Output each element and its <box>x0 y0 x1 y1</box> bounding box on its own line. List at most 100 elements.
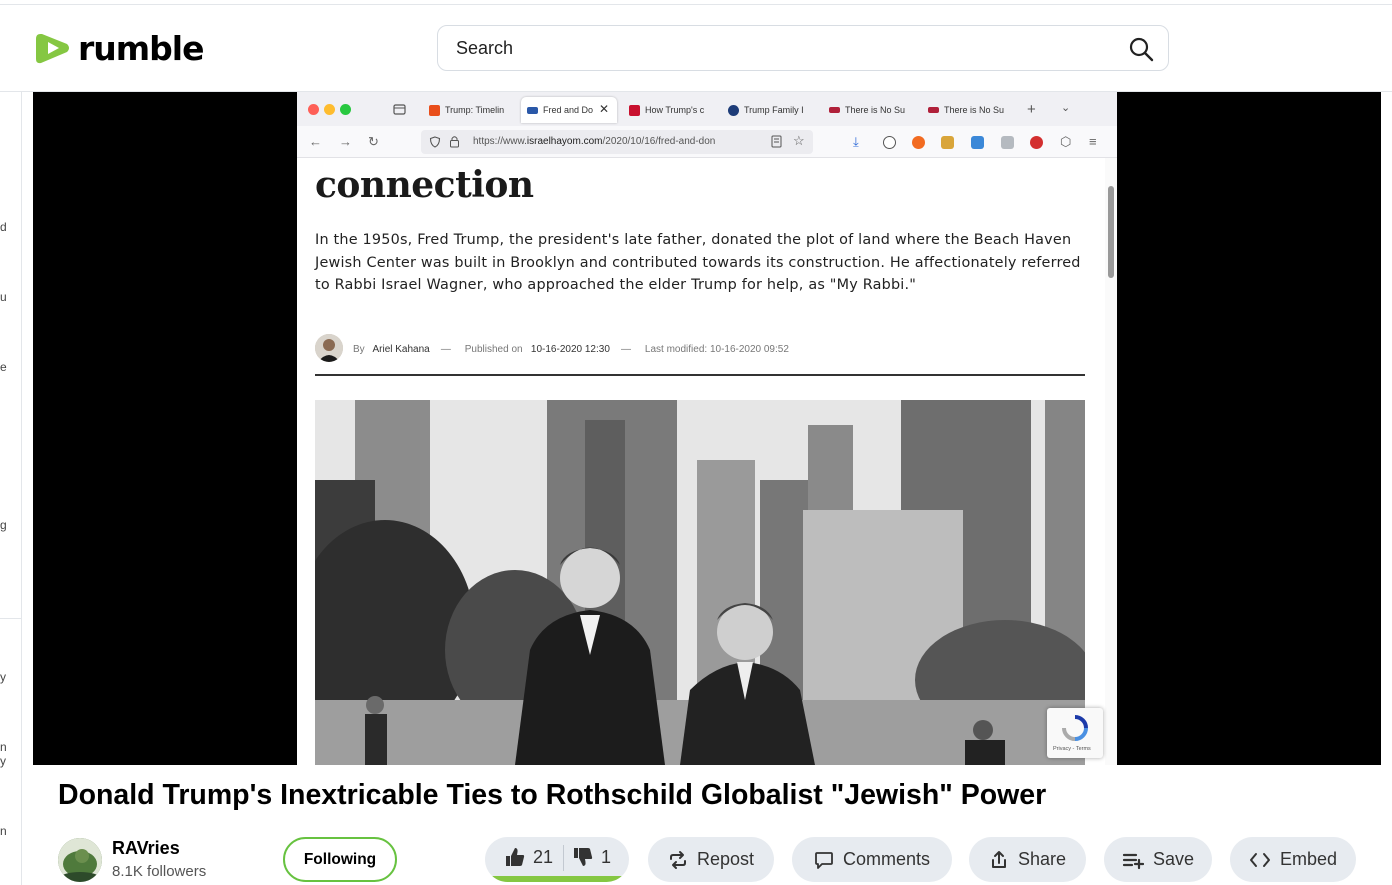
video-frame-browser-capture: Trump: Timelin Fred and Do ✕ How Trump's… <box>297 92 1117 765</box>
comments-button[interactable]: Comments <box>792 837 952 882</box>
extension-icon <box>971 136 984 149</box>
tab-favicon-icon <box>429 105 440 116</box>
following-button[interactable]: Following <box>283 837 397 882</box>
minimize-dot-icon <box>324 104 335 115</box>
like-button[interactable]: 21 <box>505 837 553 877</box>
extension-icon <box>1001 136 1014 149</box>
tab-label: How Trump's c <box>645 105 705 115</box>
sidebar-fragment[interactable]: y <box>0 670 6 684</box>
extensions-puzzle-icon: ⬡ <box>1060 134 1072 149</box>
thumbs-down-icon <box>574 848 593 866</box>
captured-scrollbar <box>1105 158 1117 765</box>
tab-label: Trump: Timelin <box>445 105 505 115</box>
tab-list-chevron-icon: ⌄ <box>1061 102 1071 114</box>
sidebar-fragment[interactable]: d <box>0 220 7 234</box>
sidebar-fragment[interactable]: g <box>0 518 7 532</box>
downloads-icon: ⤓ <box>853 134 859 149</box>
sidebar-fragment[interactable]: n <box>0 824 7 838</box>
tab-favicon-icon <box>728 105 739 116</box>
video-title: Donald Trump's Inextricable Ties to Roth… <box>58 779 1047 811</box>
search-input[interactable] <box>456 26 1096 70</box>
tracking-shield-icon <box>429 136 441 148</box>
vote-separator <box>563 845 564 871</box>
tab-label: Trump Family I <box>744 105 804 115</box>
share-button[interactable]: Share <box>969 837 1086 882</box>
extension-icon <box>941 136 954 149</box>
flag-favicon-icon <box>527 107 538 114</box>
close-dot-icon <box>308 104 319 115</box>
maximize-dot-icon <box>340 104 351 115</box>
captured-tab: There is No Su <box>823 97 915 123</box>
recaptcha-badge: Privacy - Terms <box>1047 708 1103 758</box>
published-label: Published on <box>464 344 523 355</box>
comments-label: Comments <box>842 849 931 869</box>
rumble-logo[interactable]: rumble <box>32 27 204 69</box>
menu-icon: ≡ <box>1089 134 1097 149</box>
url-path: /2020/10/16/fred-and-don <box>602 136 716 147</box>
share-upload-icon <box>991 850 1006 868</box>
repost-label: Repost <box>696 849 755 869</box>
author-avatar <box>315 334 343 362</box>
recaptcha-links: Privacy - Terms <box>1053 746 1091 752</box>
captured-tab: Trump: Timelin <box>423 97 515 123</box>
reload-icon: ↻ <box>368 134 379 149</box>
sidebar-fragment[interactable]: y <box>0 754 6 768</box>
channel-avatar[interactable] <box>58 838 102 882</box>
extension-icon <box>912 136 925 149</box>
url-prefix: https://www. <box>473 136 527 147</box>
tab-label: Fred and Do <box>543 105 594 115</box>
save-label: Save <box>1152 849 1195 869</box>
channel-name[interactable]: RAVries <box>112 838 180 859</box>
search-box <box>437 25 1169 71</box>
captured-tab: There is No Su <box>922 97 1014 123</box>
repost-icon <box>669 850 686 869</box>
app-root: rumble d u e g y n y n <box>0 0 1392 885</box>
article-headline: connection <box>315 164 534 206</box>
extension-icon <box>1030 136 1043 149</box>
tab-favicon-icon <box>928 107 939 113</box>
account-icon <box>883 136 896 149</box>
recaptcha-icon <box>1062 715 1088 741</box>
tab-favicon-icon <box>829 107 840 113</box>
article-divider <box>315 374 1085 376</box>
comment-bubble-icon <box>815 851 833 869</box>
captured-tab: Trump Family I <box>722 97 814 123</box>
captured-nav-toolbar: ← → ↻ https://www.israelhayom.com/2020/1… <box>297 126 1117 158</box>
author-name: Ariel Kahana <box>372 344 430 355</box>
forward-arrow-icon: → <box>339 134 352 149</box>
vote-control: 21 1 <box>485 837 629 882</box>
captured-tab-bar: Trump: Timelin Fred and Do ✕ How Trump's… <box>297 92 1117 126</box>
sidebar-fragment[interactable]: u <box>0 290 7 304</box>
channel-followers: 8.1K followers <box>112 863 207 880</box>
published-date: 10-16-2020 12:30 <box>530 344 610 355</box>
article-paragraph: In the 1950s, Fred Trump, the president'… <box>315 232 1081 294</box>
site-header: rumble <box>0 4 1392 92</box>
embed-button[interactable]: Embed <box>1230 837 1356 882</box>
article-byline: By Ariel Kahana — Published on 10-16-202… <box>315 334 1085 364</box>
tab-label: There is No Su <box>944 105 1005 115</box>
tab-overview-icon <box>393 104 406 115</box>
save-button[interactable]: Save <box>1104 837 1212 882</box>
search-icon[interactable] <box>1128 36 1154 62</box>
reader-mode-icon <box>771 135 782 148</box>
thumbs-up-icon <box>506 848 525 866</box>
dislike-button[interactable]: 1 <box>573 837 611 877</box>
rumble-play-icon <box>36 34 69 64</box>
sidebar-fragment[interactable]: e <box>0 360 7 374</box>
url-domain: israelhayom.com <box>526 136 603 147</box>
captured-url-bar: https://www.israelhayom.com/2020/10/16/f… <box>421 130 813 154</box>
left-sidebar: d u e g y n y n <box>0 92 22 885</box>
share-label: Share <box>1017 849 1067 869</box>
video-player[interactable]: Trump: Timelin Fred and Do ✕ How Trump's… <box>33 92 1381 765</box>
embed-code-icon <box>1249 852 1270 867</box>
tab-favicon-icon <box>629 105 640 116</box>
captured-article-page: connection In the 1950s, Fred Trump, the… <box>297 158 1105 765</box>
repost-button[interactable]: Repost <box>648 837 774 882</box>
brand-name: rumble <box>78 28 204 68</box>
captured-scroll-thumb <box>1108 186 1114 278</box>
tab-close-icon: ✕ <box>599 102 610 116</box>
article-photo <box>315 400 1085 765</box>
like-count: 21 <box>533 846 554 867</box>
lock-icon <box>450 136 459 148</box>
sidebar-fragment[interactable]: n <box>0 740 7 754</box>
